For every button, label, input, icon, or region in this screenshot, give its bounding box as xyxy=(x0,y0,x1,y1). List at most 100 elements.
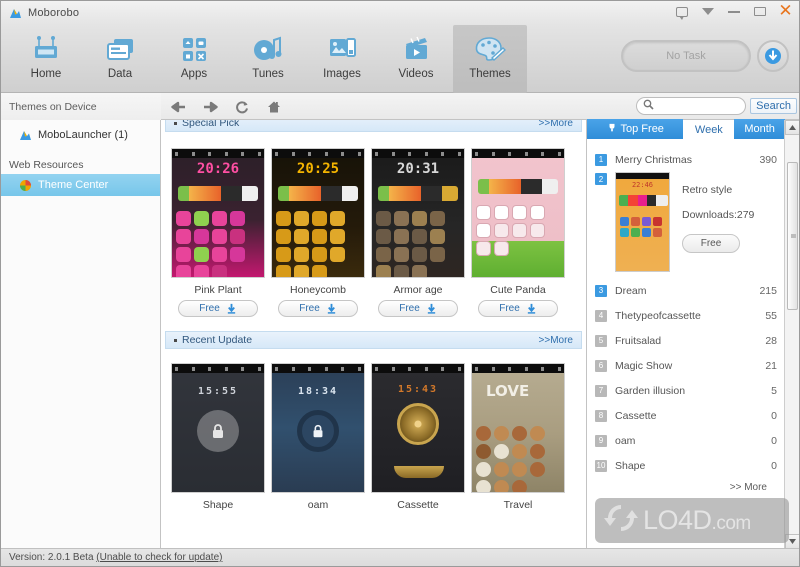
toolbar-item-videos[interactable]: Videos xyxy=(379,25,453,93)
list-item[interactable]: 4 Thetypeofcassette 55 xyxy=(595,303,777,328)
rank-badge: 2 xyxy=(595,173,607,185)
download-icon xyxy=(427,303,435,314)
theme-thumbnail: 20:25 xyxy=(271,148,365,278)
toolbar-item-data[interactable]: Data xyxy=(83,25,157,93)
toolbar-item-images[interactable]: Images xyxy=(305,25,379,93)
card-row-recent-update: 15:55 Shape 18:34 oam 15:43 Cassette LOV… xyxy=(161,349,586,511)
videos-clapper-icon xyxy=(398,31,434,67)
theme-card[interactable]: Cute Panda Free xyxy=(471,148,565,317)
tab-week[interactable]: Week xyxy=(683,119,735,139)
theme-card[interactable]: LOVE Travel xyxy=(471,363,565,511)
list-item[interactable]: 6 Magic Show 21 xyxy=(595,353,777,378)
theme-thumbnail: 15:43 xyxy=(371,363,465,493)
application-window: Moborobo ✕ Home Data Apps Tunes Images V… xyxy=(0,0,800,567)
theme-name: Garden illusion xyxy=(615,384,686,397)
status-update-message[interactable]: (Unable to check for update) xyxy=(96,552,222,563)
list-item[interactable]: 1 Merry Christmas 390 xyxy=(595,147,777,172)
theme-card[interactable]: 15:43 Cassette xyxy=(371,363,465,511)
refresh-circle-icon xyxy=(603,501,639,540)
more-link[interactable]: >> More xyxy=(595,478,777,493)
theme-name: Fruitsalad xyxy=(615,334,662,347)
scrollbar-thumb[interactable] xyxy=(787,162,798,310)
tab-label-top-free: Top Free xyxy=(620,123,664,135)
theme-free-button[interactable]: Free xyxy=(378,300,458,317)
refresh-icon[interactable] xyxy=(234,99,250,115)
toolbar-label-themes: Themes xyxy=(469,68,511,80)
rank-badge: 7 xyxy=(595,384,607,397)
chevron-down-icon[interactable] xyxy=(700,4,715,19)
scroll-up-button[interactable] xyxy=(785,120,799,135)
theme-name: oam xyxy=(307,499,329,511)
sidebar: Themes on Device MoboLauncher (1) Web Re… xyxy=(1,120,161,549)
list-item[interactable]: 10 Shape 0 xyxy=(595,453,777,478)
theme-name: Thetypeofcassette xyxy=(615,309,701,322)
title-bar: Moborobo ✕ xyxy=(1,1,799,25)
maximize-button[interactable] xyxy=(752,4,767,19)
arrow-right-icon[interactable] xyxy=(202,99,218,115)
task-status[interactable]: No Task xyxy=(621,40,751,72)
theme-name: Pink Plant xyxy=(194,284,242,296)
images-photo-icon xyxy=(324,31,360,67)
toolbar-label-tunes: Tunes xyxy=(252,68,284,80)
search-button[interactable]: Search xyxy=(750,98,797,114)
main-toolbar: Home Data Apps Tunes Images Videos Theme… xyxy=(1,25,799,93)
list-item[interactable]: 7 Garden illusion 5 xyxy=(595,378,777,403)
section-more-recent-update[interactable]: >>More xyxy=(539,335,573,346)
home-icon[interactable] xyxy=(266,99,282,115)
toolbar-item-tunes[interactable]: Tunes xyxy=(231,25,305,93)
sidebar-item-mobolauncher[interactable]: MoboLauncher (1) xyxy=(1,124,160,146)
app-logo-icon xyxy=(9,7,22,20)
toolbar-item-themes[interactable]: Themes xyxy=(453,25,527,93)
top-free-list: 1 Merry Christmas 390 2 22:46 Retro styl… xyxy=(587,139,785,493)
download-icon xyxy=(327,303,335,314)
download-icon xyxy=(227,303,235,314)
theme-card[interactable]: 20:25 Honeycomb Free xyxy=(271,148,365,317)
toolbar-label-images: Images xyxy=(323,68,361,80)
download-arrow-icon[interactable] xyxy=(757,40,789,72)
featured-free-button[interactable]: Free xyxy=(682,234,740,253)
thumb-clock: 20:25 xyxy=(296,161,340,177)
list-item[interactable]: 9 oam 0 xyxy=(595,428,777,453)
app-title: Moborobo xyxy=(28,7,80,19)
status-bar: Version: 2.0.1 Beta (Unable to check for… xyxy=(1,548,799,566)
download-count: 55 xyxy=(765,309,777,322)
list-item[interactable]: 3 Dream 215 xyxy=(595,278,777,303)
search-input[interactable] xyxy=(658,100,739,112)
feedback-icon[interactable] xyxy=(674,4,689,20)
sidebar-item-theme-center[interactable]: Theme Center xyxy=(1,174,160,196)
free-label: Free xyxy=(199,303,220,314)
featured-title: Retro style xyxy=(682,184,733,196)
list-item[interactable]: 5 Fruitsalad 28 xyxy=(595,328,777,353)
card-row-special-pick: 20:26 Pink Plant Free 20:25 Honeycomb Fr… xyxy=(161,132,586,317)
theme-free-button[interactable]: Free xyxy=(478,300,558,317)
navigation-strip: Themes on Device Search xyxy=(1,93,799,120)
close-button[interactable]: ✕ xyxy=(778,3,793,20)
featured-item[interactable]: 2 22:46 Retro style Downloads:279 Free xyxy=(595,172,777,278)
list-item[interactable]: 8 Cassette 0 xyxy=(595,403,777,428)
toolbar-label-home: Home xyxy=(30,68,62,80)
tab-month[interactable]: Month xyxy=(734,119,785,139)
arrow-left-icon[interactable] xyxy=(170,99,186,115)
theme-free-button[interactable]: Free xyxy=(178,300,258,317)
tunes-disc-icon xyxy=(250,31,286,67)
featured-downloads: Downloads:279 xyxy=(682,209,755,221)
theme-card[interactable]: 18:34 oam xyxy=(271,363,365,511)
search-box[interactable] xyxy=(636,97,747,115)
theme-card[interactable]: 20:31 Armor age Free xyxy=(371,148,465,317)
minimize-button[interactable] xyxy=(726,4,741,19)
toolbar-item-apps[interactable]: Apps xyxy=(157,25,231,93)
theme-name: Travel xyxy=(503,499,533,511)
mobolauncher-icon xyxy=(19,129,32,142)
theme-free-button[interactable]: Free xyxy=(278,300,358,317)
vertical-scrollbar[interactable] xyxy=(784,120,799,549)
toolbar-item-home[interactable]: Home xyxy=(9,25,83,93)
theme-card[interactable]: 20:26 Pink Plant Free xyxy=(171,148,265,317)
theme-name: Armor age xyxy=(393,284,443,296)
tab-top-free[interactable]: Top Free xyxy=(587,119,684,139)
theme-name: oam xyxy=(615,434,636,447)
browser-nav-buttons xyxy=(166,93,282,120)
section-more-special-pick[interactable]: >>More xyxy=(539,120,573,129)
theme-card[interactable]: 15:55 Shape xyxy=(171,363,265,511)
thumb-clock: 15:55 xyxy=(197,386,239,397)
rank-badge: 3 xyxy=(595,284,607,297)
